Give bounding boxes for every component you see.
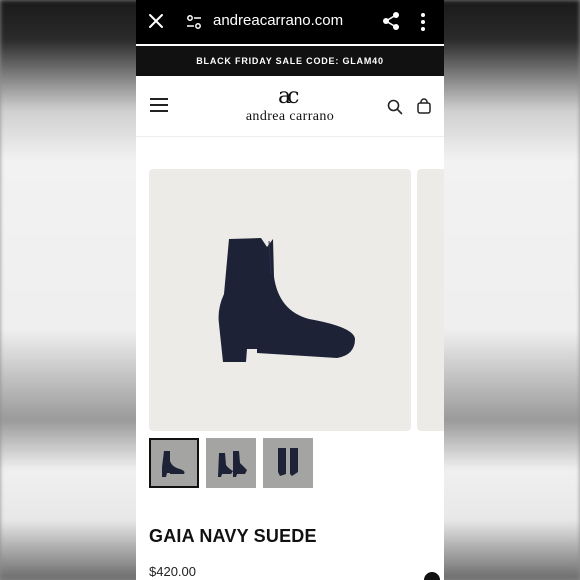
boot-thumbnail-icon	[162, 451, 185, 477]
close-chat-icon[interactable]	[424, 572, 440, 580]
boot-side-thumbnail-icon	[278, 448, 298, 476]
boot-pair-thumbnail-icon	[218, 451, 247, 477]
site-header: ac andrea carrano	[136, 76, 444, 137]
next-product-image[interactable]	[417, 169, 444, 431]
site-settings-icon[interactable]	[186, 14, 202, 30]
thumbnail-1[interactable]	[149, 438, 199, 488]
bag-icon[interactable]	[416, 98, 432, 114]
share-icon[interactable]	[382, 11, 400, 31]
more-icon[interactable]	[420, 12, 426, 32]
address-bar-url[interactable]: andreacarrano.com	[213, 12, 343, 29]
thumbnail-2[interactable]	[206, 438, 256, 488]
promo-banner[interactable]: BLACK FRIDAY SALE CODE: GLAM40	[136, 46, 444, 76]
product-main-image[interactable]	[149, 169, 411, 431]
thumbnail-strip	[149, 438, 313, 488]
product-title: GAIA NAVY SUEDE	[149, 526, 317, 546]
logo-mark[interactable]: ac	[278, 84, 300, 109]
thumbnail-3[interactable]	[263, 438, 313, 488]
boot-image	[218, 238, 355, 362]
search-icon[interactable]	[387, 99, 403, 115]
close-icon[interactable]	[147, 12, 165, 30]
phone-screen: andreacarrano.com BLACK FRIDAY SALE CODE…	[136, 0, 444, 580]
product-price: $420.00	[149, 564, 196, 579]
browser-toolbar: andreacarrano.com	[136, 0, 444, 44]
